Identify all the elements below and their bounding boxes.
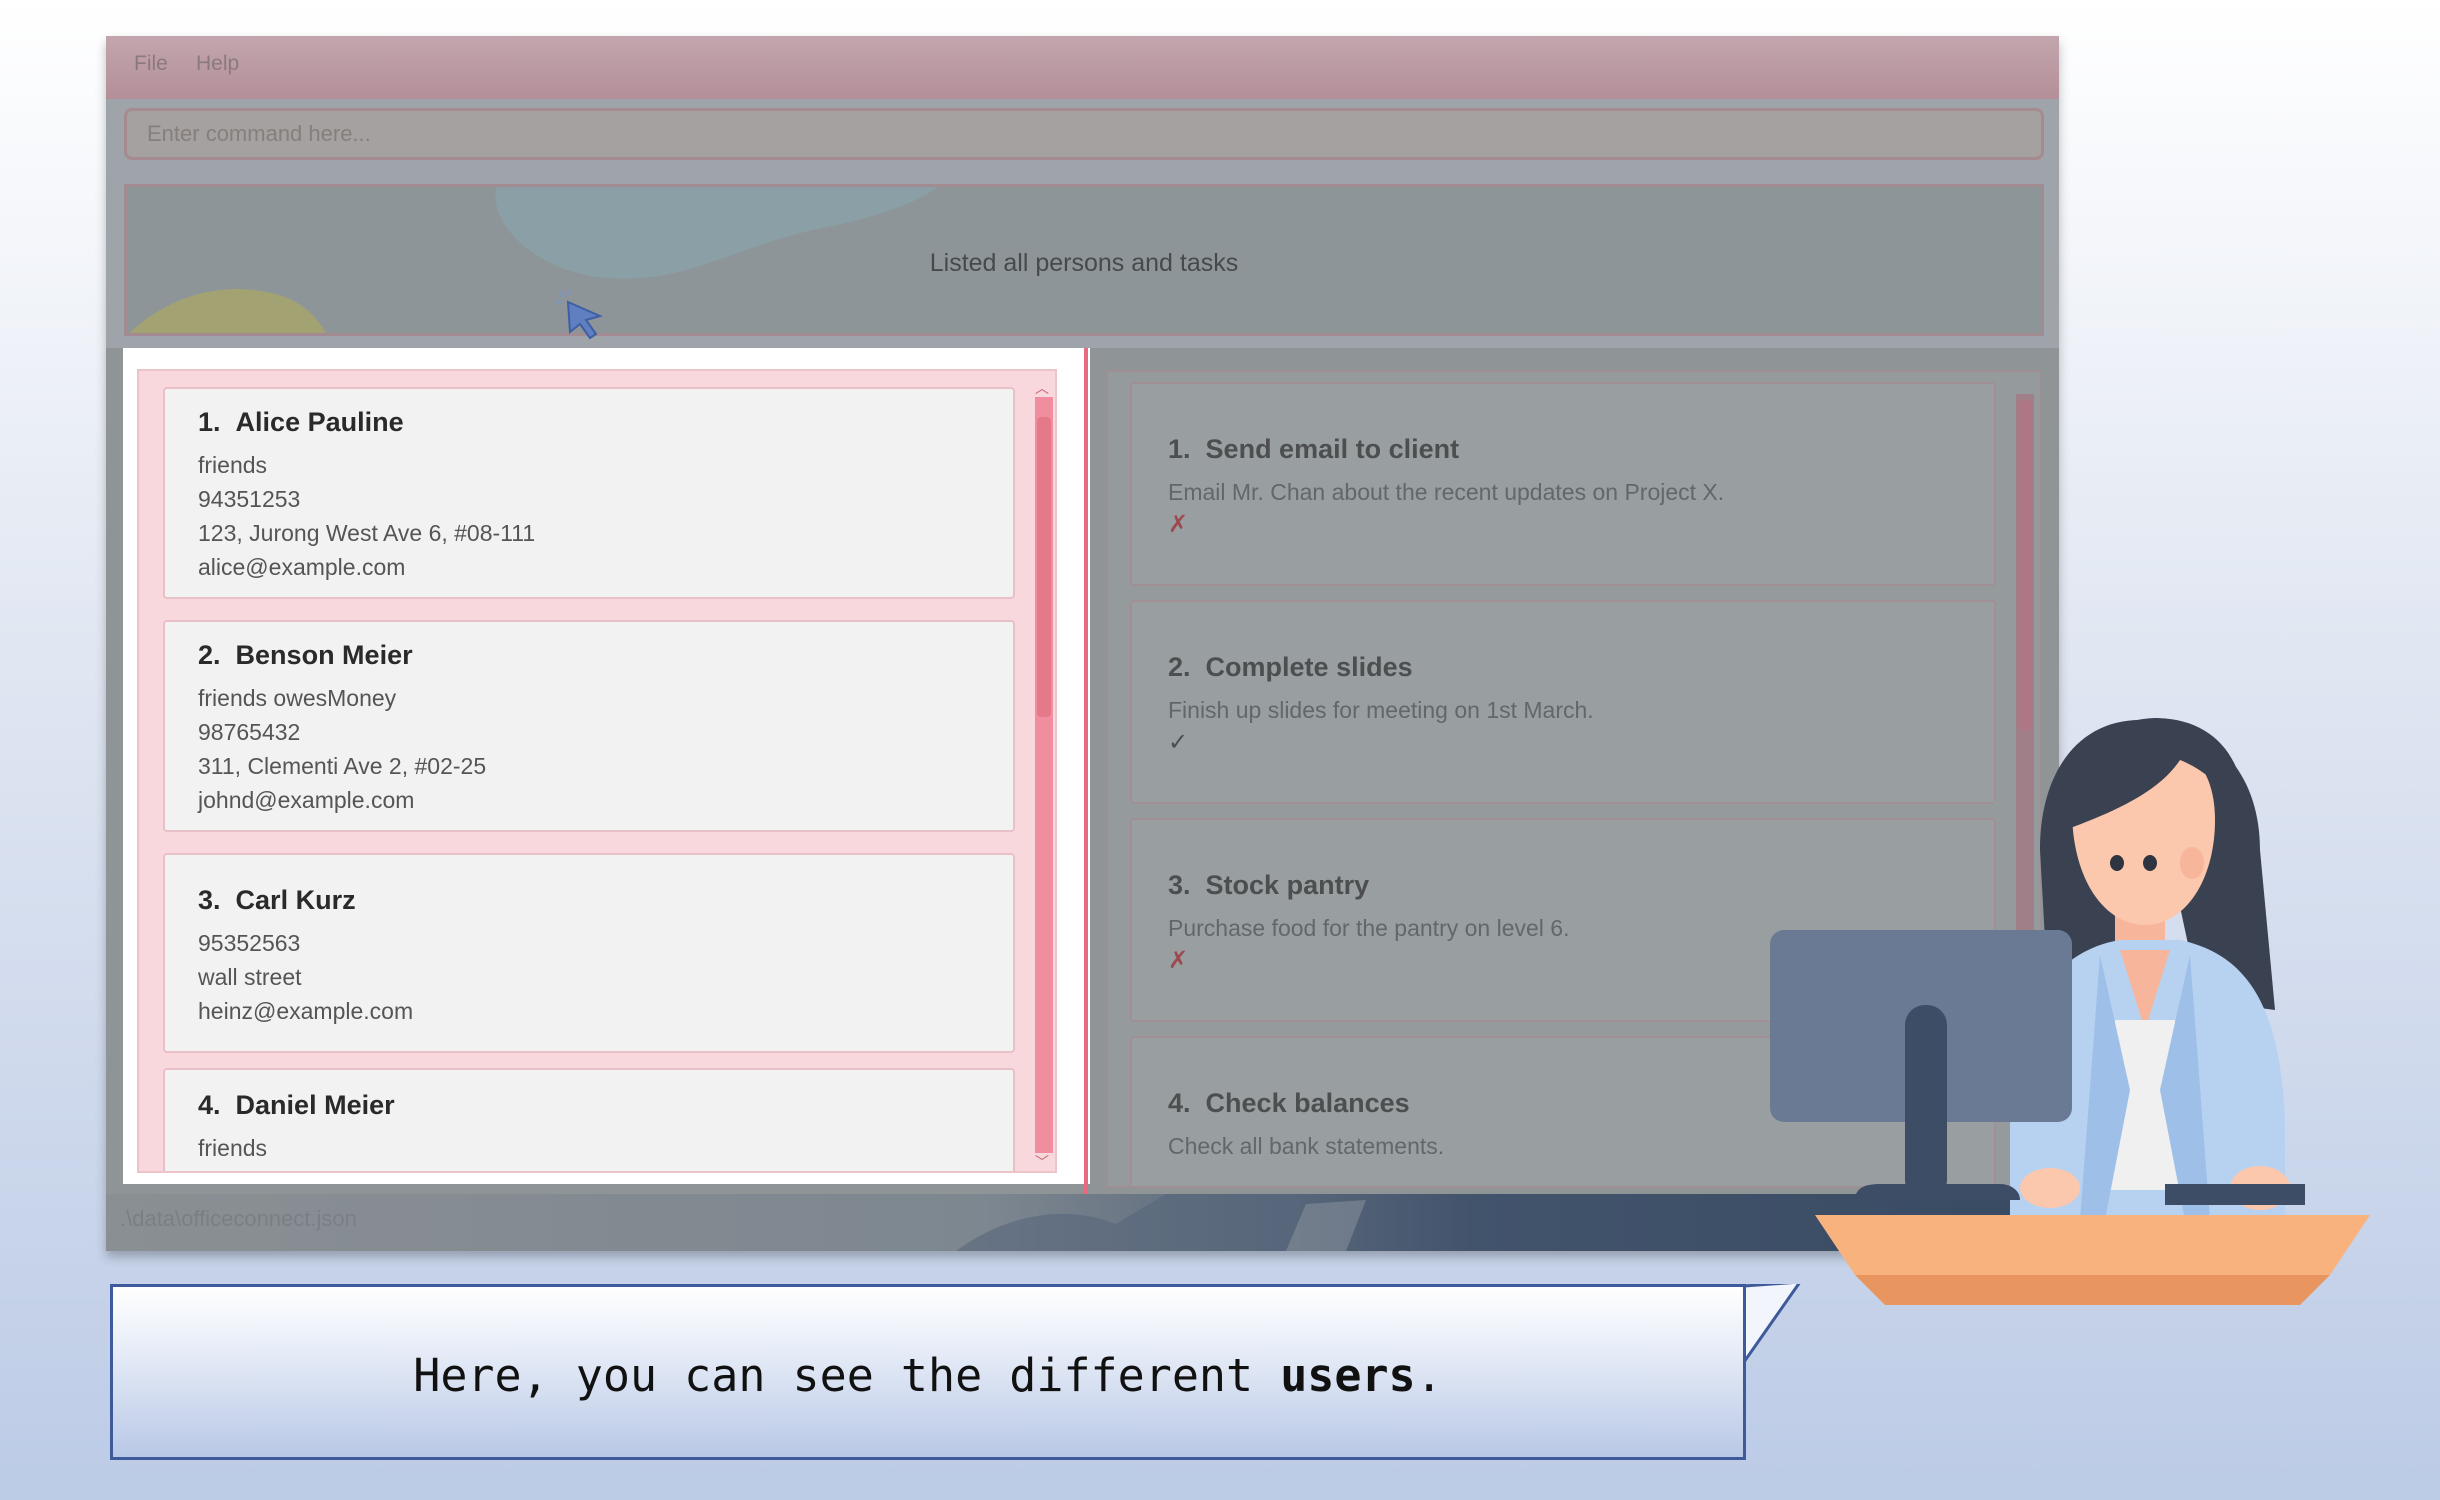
command-box (124, 108, 2044, 160)
person-address: 123, Jurong West Ave 6, #08-111 (198, 520, 536, 546)
task-title: 1. Send email to client (1168, 434, 1460, 464)
split-pane-divider[interactable] (1084, 348, 1088, 1200)
speech-bubble-body: Here, you can see the different users. (110, 1284, 1746, 1460)
person-tags: friends (198, 452, 268, 478)
person-address: 311, Clementi Ave 2, #02-25 (198, 753, 487, 779)
person-card-2[interactable]: 2. Benson Meier friends owesMoney 987654… (163, 620, 1015, 832)
task-incomplete-icon: ✗ (1168, 511, 1189, 538)
task-description: Email Mr. Chan about the recent updates … (1168, 479, 1725, 505)
mouse-pointer-icon (556, 290, 603, 340)
scroll-down-icon[interactable]: ﹀ (1035, 1155, 1049, 1169)
tutorial-text: Here, you can see the different users. (413, 1349, 1443, 1402)
menu-bar: File Help (106, 36, 2059, 99)
person-list-scrollbar[interactable]: ︿ ﹀ (1033, 379, 1055, 1171)
person-email: alice@example.com (198, 554, 406, 580)
person-name: 4. Daniel Meier (198, 1090, 395, 1120)
scrollbar-thumb[interactable] (2018, 400, 2032, 730)
person-phone: 98765432 (198, 719, 301, 745)
scroll-up-icon[interactable]: ︿ (1035, 381, 1049, 395)
person-tags: friends owesMoney (198, 685, 397, 711)
person-card-1[interactable]: 1. Alice Pauline friends 94351253 123, J… (163, 387, 1015, 599)
task-card-1[interactable]: 1. Send email to client Email Mr. Chan a… (1130, 382, 1996, 586)
woman-at-computer-illustration (1770, 718, 2370, 1305)
person-list[interactable]: 1. Alice Pauline friends 94351253 123, J… (137, 369, 1057, 1173)
person-email: heinz@example.com (198, 998, 414, 1024)
result-text: Listed all persons and tasks (929, 249, 1239, 277)
person-card-4[interactable]: 4. Daniel Meier friends (163, 1068, 1015, 1171)
person-address: wall street (198, 964, 302, 990)
person-name: 3. Carl Kurz (198, 885, 356, 915)
person-tags: friends (198, 1135, 268, 1161)
person-card-3[interactable]: 3. Carl Kurz 95352563 wall street heinz@… (163, 853, 1015, 1053)
result-display: Listed all persons and tasks (124, 184, 2044, 336)
person-name: 2. Benson Meier (198, 640, 413, 670)
menu-file[interactable]: File (134, 52, 168, 76)
scrollbar-thumb[interactable] (1037, 417, 1051, 717)
person-email: johnd@example.com (198, 787, 415, 813)
person-phone: 94351253 (198, 486, 301, 512)
command-input[interactable] (127, 111, 2041, 157)
save-file-path: .\data\officeconnect.json (120, 1206, 357, 1231)
person-name: 1. Alice Pauline (198, 407, 404, 437)
task-title: 2. Complete slides (1168, 652, 1413, 682)
menu-help[interactable]: Help (196, 52, 239, 76)
person-phone: 95352563 (198, 930, 301, 956)
person-list-panel: 1. Alice Pauline friends 94351253 123, J… (123, 348, 1090, 1184)
